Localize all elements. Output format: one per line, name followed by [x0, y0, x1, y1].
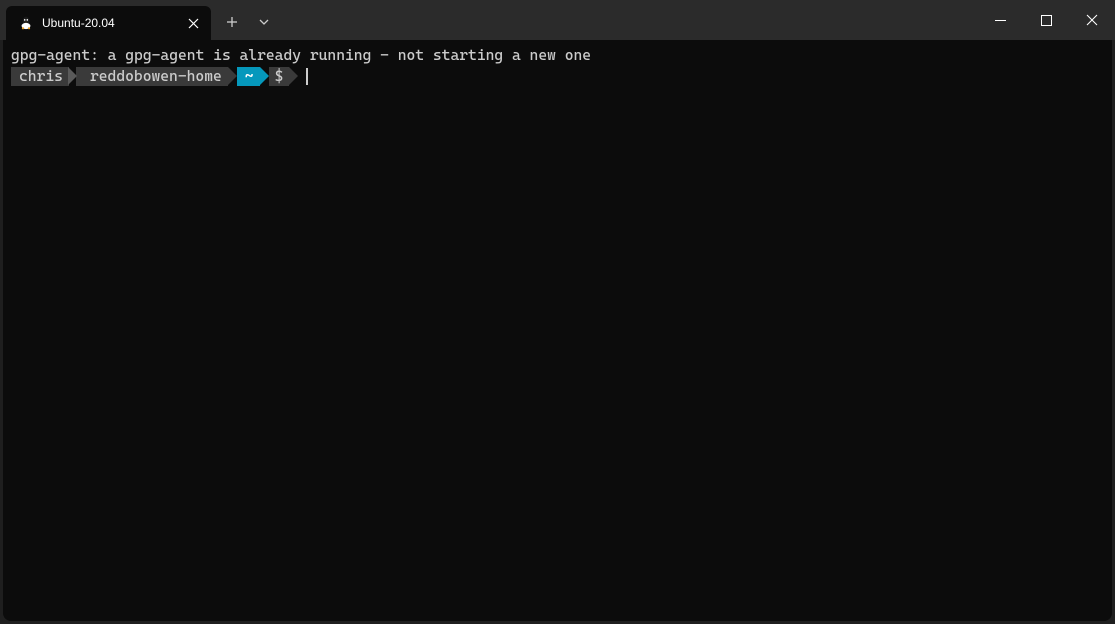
window-controls — [977, 0, 1115, 40]
segment-arrow-icon — [228, 67, 237, 85]
cursor — [306, 68, 308, 85]
tab-title: Ubuntu-20.04 — [42, 16, 177, 30]
prompt-dir-segment: ~ — [237, 67, 260, 86]
output-line: gpg-agent: a gpg-agent is already runnin… — [11, 46, 1104, 65]
tux-icon — [18, 15, 34, 31]
prompt-user: chris — [19, 67, 63, 86]
prompt-line: chris reddobowen-home ~ $ — [11, 67, 1104, 86]
terminal-body[interactable]: gpg-agent: a gpg-agent is already runnin… — [3, 40, 1112, 621]
segment-arrow-icon — [289, 67, 298, 85]
prompt-host: reddobowen-home — [90, 67, 222, 86]
prompt-user-segment: chris — [11, 67, 69, 86]
maximize-button[interactable] — [1023, 0, 1069, 40]
close-button[interactable] — [1069, 0, 1115, 40]
tab-ubuntu[interactable]: Ubuntu-20.04 — [6, 6, 211, 40]
tab-actions — [223, 13, 273, 31]
dropdown-icon[interactable] — [255, 13, 273, 31]
prompt-dir: ~ — [245, 67, 254, 86]
close-tab-icon[interactable] — [185, 15, 201, 31]
prompt-symbol-segment: $ — [269, 67, 290, 86]
titlebar: Ubuntu-20.04 — [0, 0, 1115, 40]
segment-arrow-icon — [260, 67, 269, 85]
prompt-host-segment: reddobowen-home — [76, 67, 228, 86]
new-tab-icon[interactable] — [223, 13, 241, 31]
minimize-button[interactable] — [977, 0, 1023, 40]
prompt-symbol: $ — [275, 67, 284, 86]
segment-separator-icon — [68, 67, 77, 85]
